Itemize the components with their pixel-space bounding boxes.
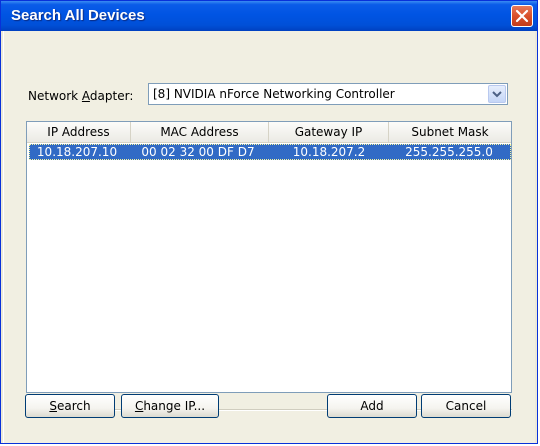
cell-subnet-mask: 255.255.255.0 — [405, 145, 493, 159]
close-icon — [515, 9, 529, 23]
table-row[interactable]: 10.18.207.10 00 02 32 00 DF D7 10.18.207… — [29, 144, 511, 160]
network-adapter-value: [8] NVIDIA nForce Networking Controller — [153, 87, 395, 101]
device-list[interactable]: IP Address MAC Address Gateway IP Subnet… — [26, 121, 512, 393]
network-adapter-select[interactable]: [8] NVIDIA nForce Networking Controller — [148, 83, 508, 105]
cell-ip-address: 10.18.207.10 — [36, 145, 118, 159]
column-header-subnet-mask[interactable]: Subnet Mask — [389, 122, 511, 142]
cell-mac-address: 00 02 32 00 DF D7 — [141, 145, 255, 159]
column-header-mac-address[interactable]: MAC Address — [131, 122, 269, 142]
dropdown-button[interactable] — [488, 85, 506, 103]
column-header-gateway-ip[interactable]: Gateway IP — [269, 122, 389, 142]
list-header: IP Address MAC Address Gateway IP Subnet… — [27, 122, 511, 143]
change-ip-button[interactable]: Change IP... — [121, 394, 219, 418]
search-button[interactable]: Search — [25, 394, 115, 418]
chevron-down-icon — [492, 91, 502, 98]
dialog-body: Network Adapter: [8] NVIDIA nForce Netwo… — [3, 31, 535, 443]
close-button[interactable] — [511, 5, 533, 27]
network-adapter-label: Network Adapter: — [28, 89, 134, 103]
column-header-ip-address[interactable]: IP Address — [27, 122, 131, 142]
title-bar[interactable]: Search All Devices — [1, 1, 537, 31]
add-button[interactable]: Add — [327, 394, 417, 418]
cancel-button[interactable]: Cancel — [421, 394, 511, 418]
cell-gateway-ip: 10.18.207.2 — [292, 145, 366, 159]
window-title: Search All Devices — [11, 7, 145, 24]
dialog-window: Search All Devices Network Adapter: [8] … — [0, 0, 538, 444]
